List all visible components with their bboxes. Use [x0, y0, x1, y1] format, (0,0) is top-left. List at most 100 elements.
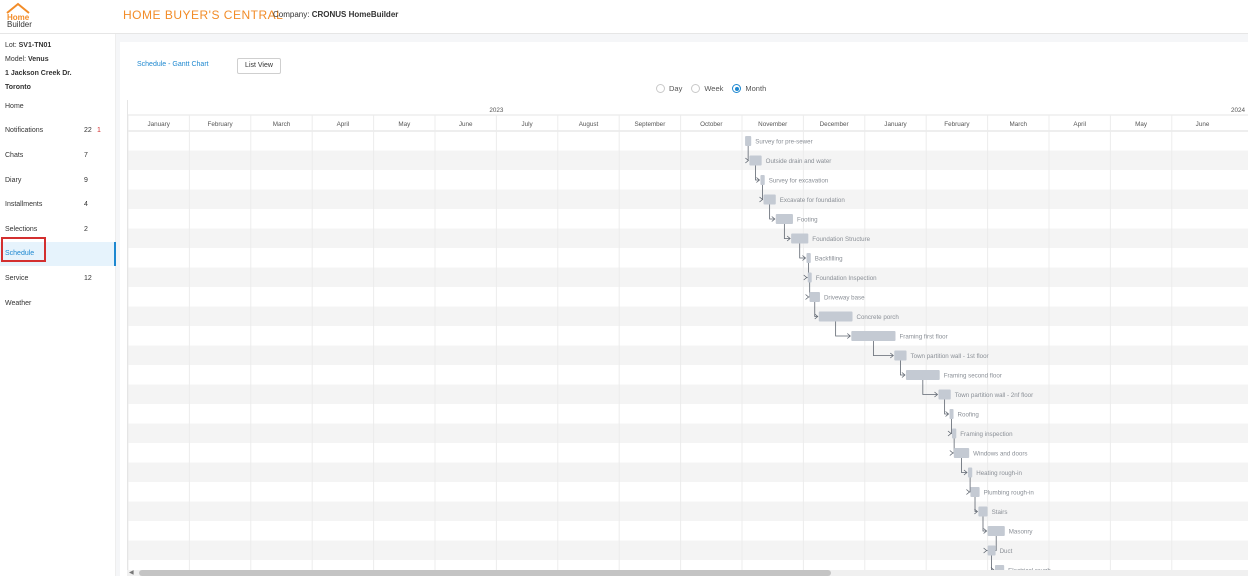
- gantt-task-bar[interactable]: [760, 175, 765, 185]
- gantt-row-stripe: [128, 501, 1248, 521]
- sidebar-item-selections[interactable]: Selections 2: [0, 217, 116, 242]
- gantt-task-bar[interactable]: [938, 389, 951, 400]
- gantt-task-label: Foundation Inspection: [816, 275, 877, 282]
- gantt-task-bar[interactable]: [809, 292, 820, 302]
- gantt-task-bar[interactable]: [807, 272, 812, 283]
- gantt-month-label: April: [337, 121, 350, 128]
- lot-info: Lot: SV1-TN01 Model: Venus 1 Jackson Cre…: [0, 34, 115, 95]
- service-count: 12: [84, 274, 92, 282]
- gantt-task-label: Survey for excavation: [769, 178, 829, 185]
- gantt-arrow-head-icon: [805, 294, 810, 300]
- gantt-month-label: October: [700, 121, 722, 128]
- radio-week[interactable]: [691, 84, 701, 93]
- gantt-month-label: February: [207, 121, 233, 128]
- gantt-task-bar[interactable]: [905, 370, 940, 380]
- radio-month[interactable]: [732, 84, 742, 93]
- gantt-task-bar[interactable]: [970, 487, 980, 497]
- gantt-task-bar[interactable]: [775, 214, 793, 224]
- gantt-task-label: Survey for pre-sewer: [755, 139, 812, 146]
- gantt-task-bar[interactable]: [818, 311, 853, 322]
- gantt-arrow-head-icon: [949, 450, 954, 456]
- sidebar-item-label: Home: [5, 102, 24, 110]
- company-label: Company:: [273, 10, 310, 19]
- gantt-month-label: June: [1196, 121, 1210, 128]
- horizontal-scrollbar-thumb[interactable]: [139, 570, 831, 576]
- gantt-task-bar[interactable]: [806, 253, 811, 263]
- gantt-row-stripe: [128, 462, 1248, 482]
- gantt-month-label: May: [398, 121, 411, 128]
- gantt-row-stripe: [128, 306, 1248, 326]
- sidebar-item-chats[interactable]: Chats 7: [0, 143, 116, 168]
- gantt-task-label: Framing first floor: [900, 334, 948, 341]
- gantt-task-bar[interactable]: [894, 350, 907, 361]
- top-bar: Home Builder HOME BUYER'S CENTRAL Compan…: [0, 0, 1248, 34]
- sidebar-item-diary[interactable]: Diary 9: [0, 168, 116, 193]
- model-row: Model: Venus: [5, 53, 115, 67]
- gantt-task-bar[interactable]: [987, 545, 996, 556]
- view-mode-week-label: Week: [704, 84, 724, 93]
- gantt-task-bar[interactable]: [951, 428, 957, 439]
- gantt-month-label: April: [1073, 121, 1086, 128]
- tab-gantt-chart[interactable]: Schedule - Gantt Chart: [137, 61, 209, 68]
- sidebar-item-notifications[interactable]: Notifications 22 1: [0, 119, 116, 144]
- gantt-row-stripe: [128, 267, 1248, 287]
- lot-value: SV1-TN01: [18, 42, 52, 49]
- gantt-task-label: Windows and doors: [973, 451, 1027, 458]
- sidebar-item-label: Diary: [5, 176, 22, 184]
- gantt-row-stripe: [128, 384, 1248, 404]
- app-title: HOME BUYER'S CENTRAL: [123, 8, 284, 22]
- gantt-row-stripe: [128, 228, 1248, 248]
- gantt-task-label: Framing second floor: [944, 373, 1002, 380]
- sidebar-item-home[interactable]: Home: [0, 94, 116, 119]
- gantt-arrow-head-icon: [966, 489, 971, 495]
- home-builder-logo[interactable]: Home Builder: [4, 2, 32, 30]
- chats-count: 7: [84, 151, 88, 159]
- gantt-task-bar[interactable]: [967, 467, 973, 478]
- gantt-task-bar[interactable]: [978, 506, 988, 517]
- gantt-task-bar[interactable]: [745, 136, 752, 146]
- gantt-task-label: Driveway base: [824, 295, 865, 302]
- gantt-task-label: Outside drain and water: [766, 158, 832, 165]
- gantt-task-bar[interactable]: [949, 409, 954, 419]
- view-mode-month-label: Month: [745, 84, 767, 93]
- gantt-month-label: July: [521, 121, 533, 128]
- gantt-row-stripe: [128, 189, 1248, 209]
- view-mode-month[interactable]: Month: [732, 84, 766, 93]
- address-line1-text: 1 Jackson Creek Dr.: [5, 70, 72, 77]
- lot-label: Lot:: [5, 42, 17, 49]
- gantt-task-bar[interactable]: [953, 448, 970, 458]
- gantt-task-bar[interactable]: [763, 194, 776, 205]
- scroll-left-icon[interactable]: ◀: [129, 570, 134, 576]
- list-view-button[interactable]: List View: [237, 58, 281, 74]
- view-mode-day[interactable]: Day: [656, 84, 682, 93]
- gantt-month-label: September: [634, 121, 665, 128]
- gantt-task-label: Stairs: [992, 509, 1008, 516]
- sidebar-item-installments[interactable]: Installments 4: [0, 192, 116, 217]
- radio-day[interactable]: [656, 84, 665, 93]
- lot-row: Lot: SV1-TN01: [5, 39, 115, 53]
- sidebar-item-weather[interactable]: Weather: [0, 291, 116, 316]
- gantt-task-bar[interactable]: [987, 526, 1005, 536]
- view-mode-week[interactable]: Week: [691, 84, 723, 93]
- gantt-month-label: March: [1010, 121, 1028, 128]
- sidebar-item-schedule[interactable]: Schedule: [0, 241, 116, 267]
- gantt-svg: January February March April May June July Augu…: [128, 107, 1248, 570]
- gantt-year-label: 2024: [1231, 107, 1246, 114]
- selections-count: 2: [84, 225, 88, 233]
- gantt-year-label: 2023: [489, 107, 504, 114]
- gantt-row-stripe: [128, 345, 1248, 365]
- gantt-task-label: Heating rough-in: [976, 470, 1022, 477]
- gantt-task-label: Foundation Structure: [812, 236, 870, 243]
- gantt-month-label: January: [147, 121, 170, 128]
- gantt-task-bar[interactable]: [791, 233, 809, 244]
- gantt-row-stripe: [128, 150, 1248, 170]
- gantt-month-label: May: [1135, 121, 1148, 128]
- gantt-task-bar[interactable]: [749, 155, 762, 166]
- company-name: CRONUS HomeBuilder: [311, 10, 399, 19]
- sidebar: Lot: SV1-TN01 Model: Venus 1 Jackson Cre…: [0, 34, 116, 576]
- address-line1: 1 Jackson Creek Dr.: [5, 67, 115, 81]
- sidebar-item-service[interactable]: Service 12: [0, 266, 116, 291]
- gantt-task-label: Framing inspection: [960, 431, 1013, 438]
- diary-count: 9: [84, 176, 88, 184]
- gantt-task-bar[interactable]: [851, 331, 896, 341]
